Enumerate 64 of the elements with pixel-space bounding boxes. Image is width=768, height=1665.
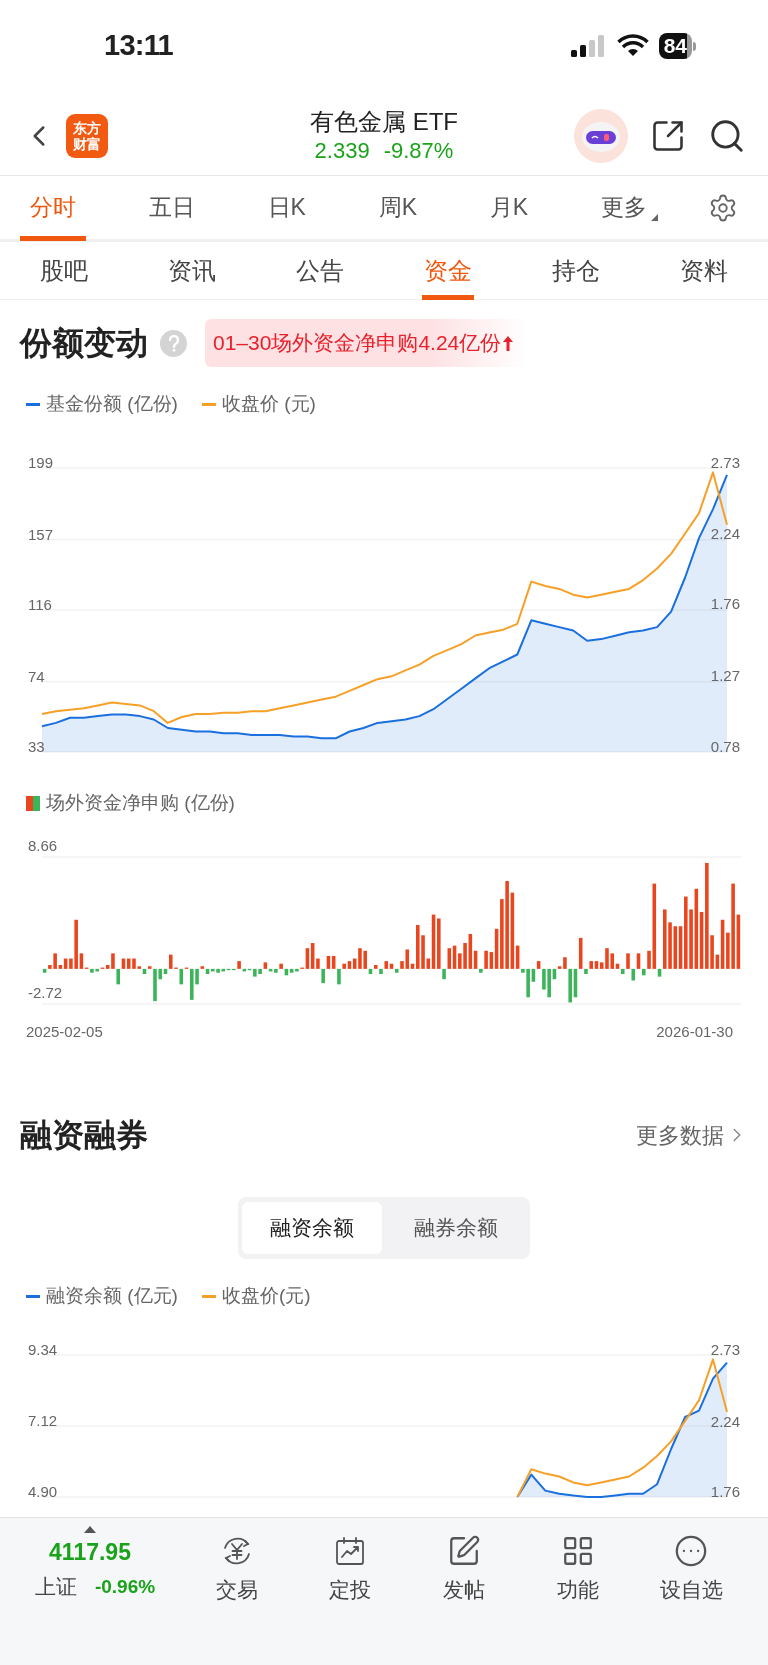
legend-label: 收盘价(元) xyxy=(221,1283,311,1308)
change-text: -9.87% xyxy=(383,136,454,165)
segment-tab[interactable]: 融资余额 xyxy=(242,1202,382,1254)
settings-icon[interactable] xyxy=(708,192,738,223)
axis-label: 2.24 xyxy=(710,525,740,543)
period-tab[interactable]: 更多 xyxy=(590,174,668,241)
edit-icon xyxy=(447,1534,481,1568)
battery-indicator: 84 xyxy=(658,33,692,59)
fund-title: 有色金属 ETF xyxy=(310,106,458,137)
category-tab[interactable]: 资讯 xyxy=(166,242,218,300)
period-tab[interactable]: 月K xyxy=(479,174,539,241)
up-triangle-icon xyxy=(84,1526,96,1533)
logo-text: 财富 xyxy=(73,135,101,152)
toolbar-button[interactable]: 功能 xyxy=(520,1522,635,1618)
axis-label: 74 xyxy=(28,667,45,685)
axis-label: 0.78 xyxy=(710,737,740,755)
more-data-link[interactable]: 更多数据 xyxy=(636,1118,748,1152)
axis-label: 1.76 xyxy=(710,595,740,613)
section-title: 份额变动 xyxy=(20,324,148,363)
period-tab[interactable]: 五日 xyxy=(138,174,205,241)
legend-label: 基金份额 (亿份) xyxy=(46,391,178,416)
axis-label: 199 xyxy=(28,453,54,471)
date-label: 2025-02-05 xyxy=(26,1022,103,1040)
category-tab[interactable]: 公告 xyxy=(294,242,346,300)
category-tab[interactable]: 资料 xyxy=(678,242,730,300)
robot-avatar-icon[interactable] xyxy=(574,108,628,163)
category-tab[interactable]: 股吧 xyxy=(38,242,90,300)
up-arrow-icon xyxy=(503,335,514,351)
price-text: 2.339 xyxy=(314,136,370,165)
index-value: 4117.95 xyxy=(49,1538,131,1567)
legend-label: 收盘价 (元) xyxy=(221,391,316,416)
axis-label: 7.12 xyxy=(28,1411,58,1429)
axis-label: 1.27 xyxy=(710,666,740,684)
signal-icon xyxy=(570,35,607,57)
more-icon xyxy=(674,1534,709,1568)
period-tab[interactable]: 日K xyxy=(257,174,316,241)
axis-label: 2.73 xyxy=(710,453,740,471)
toolbar-button[interactable]: 发帖 xyxy=(407,1522,521,1618)
axis-label: 8.66 xyxy=(28,836,58,854)
badge-text: 01–30场外资金净申购4.24亿份 xyxy=(213,330,502,357)
legend-label: 融资余额 (亿元) xyxy=(46,1283,178,1308)
segment-tab[interactable]: 融券余额 xyxy=(386,1202,526,1254)
index-change: -0.96% xyxy=(94,1574,156,1599)
toolbar-button[interactable]: 设自选 xyxy=(634,1522,748,1618)
wifi-icon xyxy=(616,34,649,58)
axis-label: -2.72 xyxy=(28,983,63,1001)
axis-label: 9.34 xyxy=(28,1340,58,1358)
date-label: 2026-01-30 xyxy=(656,1022,733,1040)
axis-label: 2.24 xyxy=(710,1412,740,1430)
legend-label: 场外资金净申购 (亿份) xyxy=(46,790,235,815)
category-tab[interactable]: 持仓 xyxy=(550,242,602,300)
section-title: 融资融券 xyxy=(20,1116,148,1155)
index-name: 上证 xyxy=(34,1574,77,1600)
axis-label: 1.76 xyxy=(710,1482,740,1500)
logo-text: 东方 xyxy=(73,119,101,136)
toolbar-button[interactable]: 交易 xyxy=(180,1522,294,1618)
axis-label: 116 xyxy=(28,595,52,613)
axis-label: 157 xyxy=(28,525,54,543)
axis-label: 33 xyxy=(28,737,45,755)
status-time: 13:11 xyxy=(104,28,173,64)
axis-label: 2.73 xyxy=(710,1340,740,1358)
axis-label: 4.90 xyxy=(28,1482,58,1500)
toolbar-button[interactable]: 定投 xyxy=(293,1522,408,1618)
period-tab[interactable]: 周K xyxy=(368,174,428,241)
